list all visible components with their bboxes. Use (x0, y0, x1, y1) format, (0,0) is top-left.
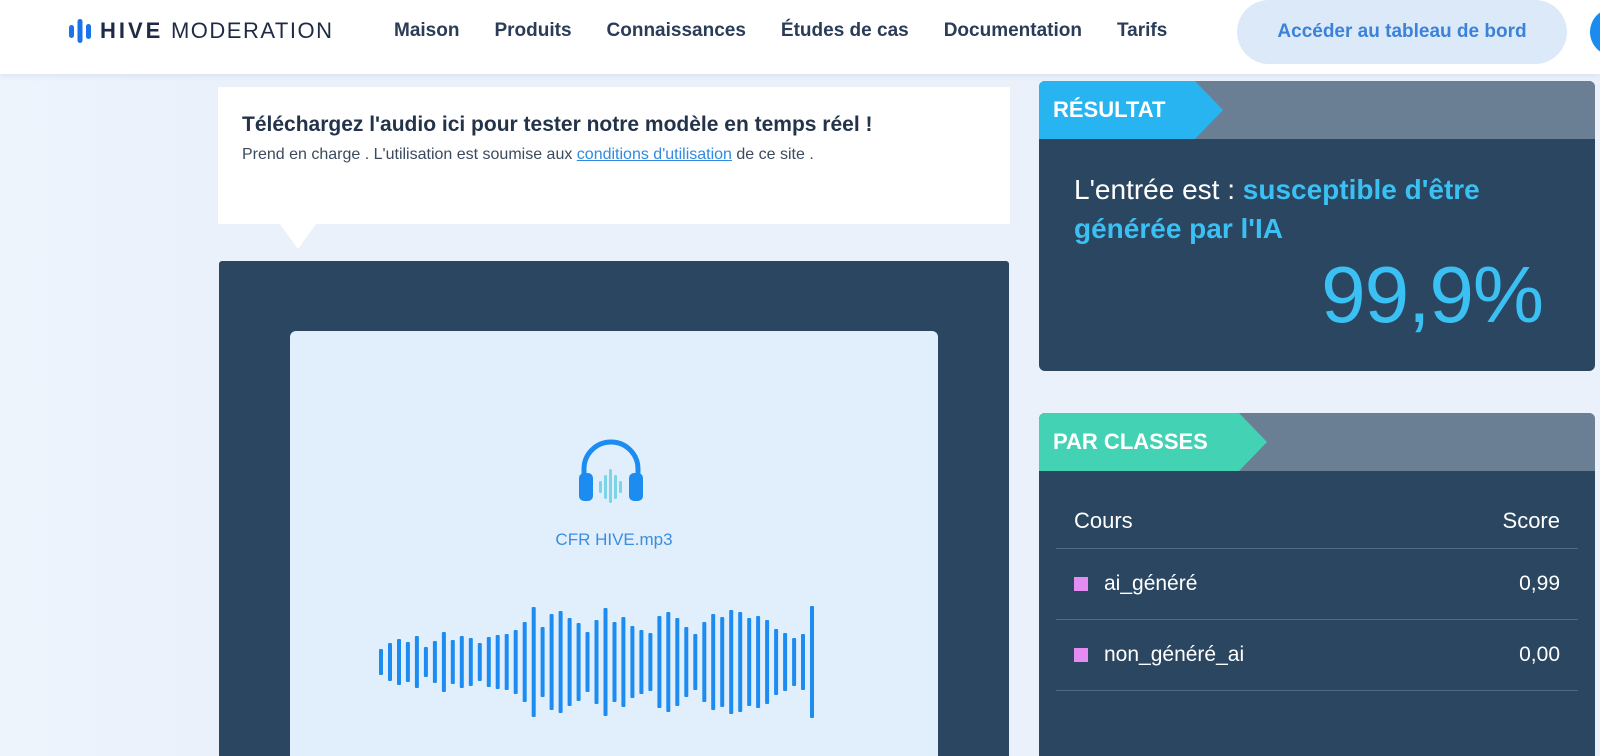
audio-dropzone[interactable]: CFR HIVE.mp3 (290, 331, 938, 756)
waveform-bar (414, 636, 419, 688)
upload-subtitle-suffix: de ce site . (731, 146, 814, 163)
logo-text: HIVE MODERATION (100, 18, 333, 44)
verdict-text: L'entrée est : susceptible d'être généré… (1074, 170, 1544, 248)
waveform-bar (711, 614, 716, 710)
nav-link-documentation[interactable]: Documentation (944, 20, 1082, 42)
waveform-bar (423, 647, 428, 677)
top-navigation: HIVE MODERATION Maison Produits Connaiss… (0, 0, 1600, 74)
waveform-bar (495, 635, 500, 689)
waveform-bar (388, 643, 392, 681)
waveform-bar (765, 620, 770, 704)
nav-link-tarifs[interactable]: Tarifs (1117, 20, 1167, 42)
hive-logo-icon (69, 19, 91, 43)
result-panel: RÉSULTAT L'entrée est : susceptible d'êt… (1039, 81, 1595, 371)
upload-title: Téléchargez l'audio ici pour tester notr… (242, 113, 873, 136)
waveform-bar (513, 630, 518, 694)
verdict-prefix: L'entrée est : (1074, 174, 1243, 205)
classes-header: PAR CLASSES (1039, 413, 1595, 471)
class-score: 0,00 (1519, 643, 1560, 666)
waveform-bar (397, 639, 401, 685)
result-tag: RÉSULTAT (1039, 81, 1223, 139)
logo-product: MODERATION (170, 18, 334, 43)
waveform-bar (504, 634, 509, 690)
waveform-bar (729, 610, 734, 714)
class-name-text: non_généré_ai (1104, 643, 1245, 666)
waveform-bar (675, 618, 680, 706)
account-button[interactable] (1590, 8, 1600, 56)
waveform-bar (612, 622, 617, 702)
waveform-bar (567, 618, 572, 706)
waveform-bar (450, 640, 455, 684)
waveform-bar (693, 634, 698, 690)
waveform-bar (630, 626, 635, 698)
waveform-bar (702, 622, 707, 702)
waveform-bar (522, 622, 527, 702)
nav-link-produits[interactable]: Produits (494, 20, 571, 42)
waveform-bar (576, 623, 581, 701)
waveform-bar (540, 627, 545, 697)
classes-table-header: Cours Score (1056, 493, 1578, 549)
waveform-bar (549, 614, 554, 710)
table-row: non_généré_ai 0,00 (1056, 620, 1578, 691)
waveform-bar (405, 642, 410, 682)
classes-tag: PAR CLASSES (1039, 413, 1267, 471)
waveform-bar (666, 612, 671, 712)
audio-waveform (379, 606, 814, 718)
class-color-swatch (1074, 577, 1088, 591)
column-header-class: Cours (1074, 507, 1133, 533)
class-color-swatch (1074, 648, 1088, 662)
upload-subtitle-text: Prend en charge . L'utilisation est soum… (242, 146, 577, 163)
nav-link-etudes-de-cas[interactable]: Études de cas (781, 20, 909, 42)
table-row: ai_généré 0,99 (1056, 549, 1578, 620)
waveform-bar (738, 612, 743, 712)
waveform-bar (792, 638, 797, 686)
logo-brand: HIVE (100, 18, 164, 43)
nav-link-connaissances[interactable]: Connaissances (607, 20, 746, 42)
headphones-icon (579, 439, 643, 503)
waveform-bar (594, 620, 599, 704)
main-menu: Maison Produits Connaissances Études de … (394, 18, 1202, 44)
column-header-score: Score (1502, 507, 1560, 533)
upload-instructions-card: Téléchargez l'audio ici pour tester notr… (218, 87, 1010, 249)
waveform-bar (585, 632, 590, 692)
waveform-bar (747, 618, 752, 706)
waveform-bar (756, 616, 761, 708)
waveform-bar (477, 643, 482, 681)
waveform-bar (531, 607, 536, 717)
class-label: ai_généré (1074, 572, 1197, 596)
uploaded-filename: CFR HIVE.mp3 (555, 530, 673, 549)
waveform-bar (486, 637, 491, 687)
waveform-bar (379, 649, 383, 675)
waveform-bar (810, 606, 814, 718)
hive-moderation-logo[interactable]: HIVE MODERATION (68, 16, 333, 46)
dashboard-button[interactable]: Accéder au tableau de bord (1237, 0, 1567, 64)
upload-subtitle: Prend en charge . L'utilisation est soum… (242, 146, 986, 164)
classes-table: Cours Score ai_généré 0,99 non_généré_ai… (1056, 493, 1578, 691)
waveform-bar (459, 636, 464, 688)
waveform-bar (468, 638, 473, 686)
nav-link-maison[interactable]: Maison (394, 20, 459, 42)
confidence-score: 99,9% (1321, 250, 1544, 339)
class-label: non_généré_ai (1074, 643, 1244, 667)
waveform-bar (432, 641, 437, 683)
waveform-bar (648, 633, 653, 691)
waveform-bar (621, 617, 626, 707)
class-name-text: ai_généré (1104, 572, 1198, 595)
waveform-bar (639, 630, 644, 694)
classes-panel: PAR CLASSES Cours Score ai_généré 0,99 n… (1039, 413, 1595, 756)
waveform-bar (801, 634, 805, 690)
waveform-bar (603, 608, 608, 716)
class-score: 0,99 (1519, 572, 1560, 595)
waveform-bar (558, 611, 563, 713)
waveform-bar (720, 617, 725, 707)
waveform-bar (684, 627, 689, 697)
result-header: RÉSULTAT (1039, 81, 1595, 139)
waveform-bar (783, 633, 788, 691)
waveform-bar (441, 632, 446, 692)
waveform-bar (657, 616, 662, 708)
waveform-bar (774, 629, 779, 695)
page-background (0, 74, 200, 756)
terms-of-use-link[interactable]: conditions d'utilisation (577, 146, 732, 163)
